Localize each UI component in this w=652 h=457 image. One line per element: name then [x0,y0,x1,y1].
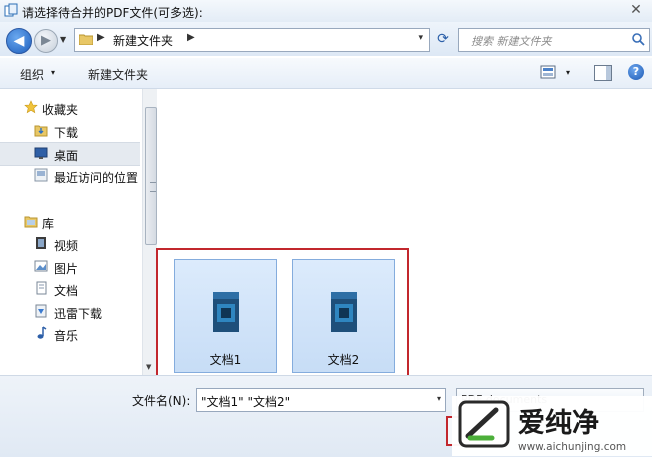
watermark-logo: 爱纯净 www.aichunjing.com [452,396,652,456]
history-dropdown-icon[interactable]: ▼ [60,35,68,44]
download-folder-icon [34,125,48,137]
breadcrumb-separator[interactable]: ▶ [97,32,105,43]
sidebar-item-label: 音乐 [54,329,79,343]
sidebar-item-documents[interactable]: 文档 [0,278,140,300]
help-icon[interactable]: ? [628,64,644,80]
xunlei-folder-icon [35,304,47,318]
breadcrumb-new-folder[interactable]: 新建文件夹 [113,32,173,49]
command-toolbar: 组织 ▾ 新建文件夹 ▾ ? [0,58,652,89]
filename-input[interactable]: "文档1" "文档2" ▾ [196,388,446,412]
star-icon [24,100,38,114]
sidebar-item-label: 最近访问的位置 [54,171,139,185]
sidebar-group-libraries[interactable]: 库 [0,211,140,233]
organize-dropdown-icon[interactable]: ▾ [51,68,55,77]
scrollbar-thumb[interactable] [145,107,157,245]
sidebar-group-favorites[interactable]: 收藏夹 [0,97,140,119]
sidebar-item-label: 迅雷下载 [54,307,103,321]
sidebar-item-music[interactable]: 音乐 [0,323,140,345]
address-dropdown-icon[interactable]: ▾ [418,33,423,43]
recent-places-icon [34,168,48,182]
sidebar-item-pictures[interactable]: 图片 [0,256,140,278]
sidebar-item-label: 桌面 [54,149,79,163]
document-library-icon [36,281,47,295]
filename-value[interactable]: "文档1" "文档2" [201,393,290,410]
sidebar-item-downloads[interactable]: 下载 [0,120,140,142]
preview-pane-icon[interactable] [594,65,612,81]
selection-highlight-box [156,248,409,378]
filename-dropdown-icon[interactable]: ▾ [437,394,441,403]
refresh-button[interactable]: ⟳ [432,28,454,50]
search-placeholder: 搜索 新建文件夹 [471,35,552,48]
sidebar-item-desktop[interactable]: 桌面 [0,142,140,166]
title-bar: 请选择待合并的PDF文件(可多选): ✕ [0,0,652,22]
sidebar-item-recent-places[interactable]: 最近访问的位置 [0,165,140,187]
watermark-brand: 爱纯净 [518,407,599,439]
back-arrow-icon: ◀ [13,33,25,49]
view-options-icon[interactable] [540,65,556,79]
sidebar-group-label: 收藏夹 [42,103,79,117]
new-folder-button[interactable]: 新建文件夹 [88,66,148,83]
search-icon[interactable] [631,32,645,46]
refresh-icon: ⟳ [437,31,449,47]
search-input[interactable]: 搜索 新建文件夹 [458,28,650,52]
address-bar[interactable]: ▶ 新建文件夹 ▶ ▾ [74,28,430,52]
back-button[interactable]: ◀ [6,28,32,54]
navigation-pane: 收藏夹 下载 桌面 最近访问的位置 库 视频 图片 文档 迅雷下载 音乐 [0,89,142,375]
sidebar-item-label: 图片 [54,262,79,276]
close-icon[interactable]: ✕ [628,2,644,18]
forward-button[interactable]: ▶ [34,29,58,53]
desktop-icon [34,147,48,159]
scrollbar-grip [150,182,156,192]
breadcrumb-separator[interactable]: ▶ [187,32,195,43]
video-library-icon [36,237,46,249]
sidebar-scrollbar[interactable]: ▼ [142,89,157,375]
sidebar-item-videos[interactable]: 视频 [0,233,140,255]
sidebar-item-label: 下载 [54,126,79,140]
sidebar-group-label: 库 [42,217,55,231]
view-dropdown-icon[interactable]: ▾ [566,68,570,77]
scroll-down-icon[interactable]: ▼ [146,363,151,371]
forward-arrow-icon: ▶ [41,33,51,48]
app-icon [4,3,18,17]
window-title: 请选择待合并的PDF文件(可多选): [22,6,203,20]
sidebar-item-xunlei[interactable]: 迅雷下载 [0,301,140,323]
watermark-url: www.aichunjing.com [518,441,626,453]
sidebar-item-label: 文档 [54,284,79,298]
folder-icon [79,34,93,45]
picture-library-icon [34,260,48,272]
music-library-icon [37,326,47,339]
sidebar-item-label: 视频 [54,239,79,253]
library-icon [24,216,38,228]
filename-label: 文件名(N): [132,394,191,408]
organize-button[interactable]: 组织 [20,66,44,83]
